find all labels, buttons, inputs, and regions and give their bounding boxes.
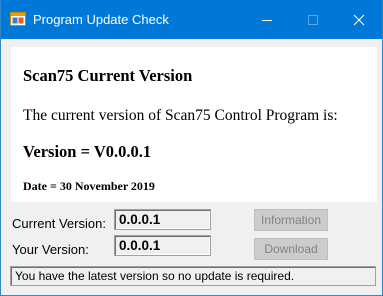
- window-title: Program Update Check: [33, 12, 169, 27]
- version-info-panel: Scan75 Current Version The current versi…: [11, 47, 377, 202]
- current-version-field: 0.0.0.1: [114, 209, 211, 230]
- info-heading: Scan75 Current Version: [23, 66, 193, 85]
- minimize-icon: [262, 20, 272, 21]
- status-bar: You have the latest version so no update…: [10, 266, 376, 286]
- download-button[interactable]: Download: [254, 238, 328, 260]
- your-version-label: Your Version:: [12, 242, 89, 257]
- maximize-button[interactable]: [290, 0, 336, 39]
- your-version-field: 0.0.0.1: [114, 235, 211, 256]
- app-window-icon: [10, 11, 26, 27]
- maximize-icon: [308, 15, 318, 25]
- close-button[interactable]: [336, 0, 382, 39]
- minimize-button[interactable]: [244, 0, 290, 39]
- current-version-text: The current version of Scan75 Control Pr…: [23, 107, 338, 124]
- version-text: Version = V0.0.0.1: [23, 142, 152, 161]
- information-button[interactable]: Information: [254, 209, 328, 231]
- close-icon: [353, 14, 365, 26]
- update-check-window: Program Update Check Scan75 Current Vers…: [0, 0, 383, 296]
- date-text: Date = 30 November 2019: [23, 179, 155, 193]
- title-bar[interactable]: Program Update Check: [1, 0, 382, 39]
- current-version-label: Current Version:: [12, 216, 106, 231]
